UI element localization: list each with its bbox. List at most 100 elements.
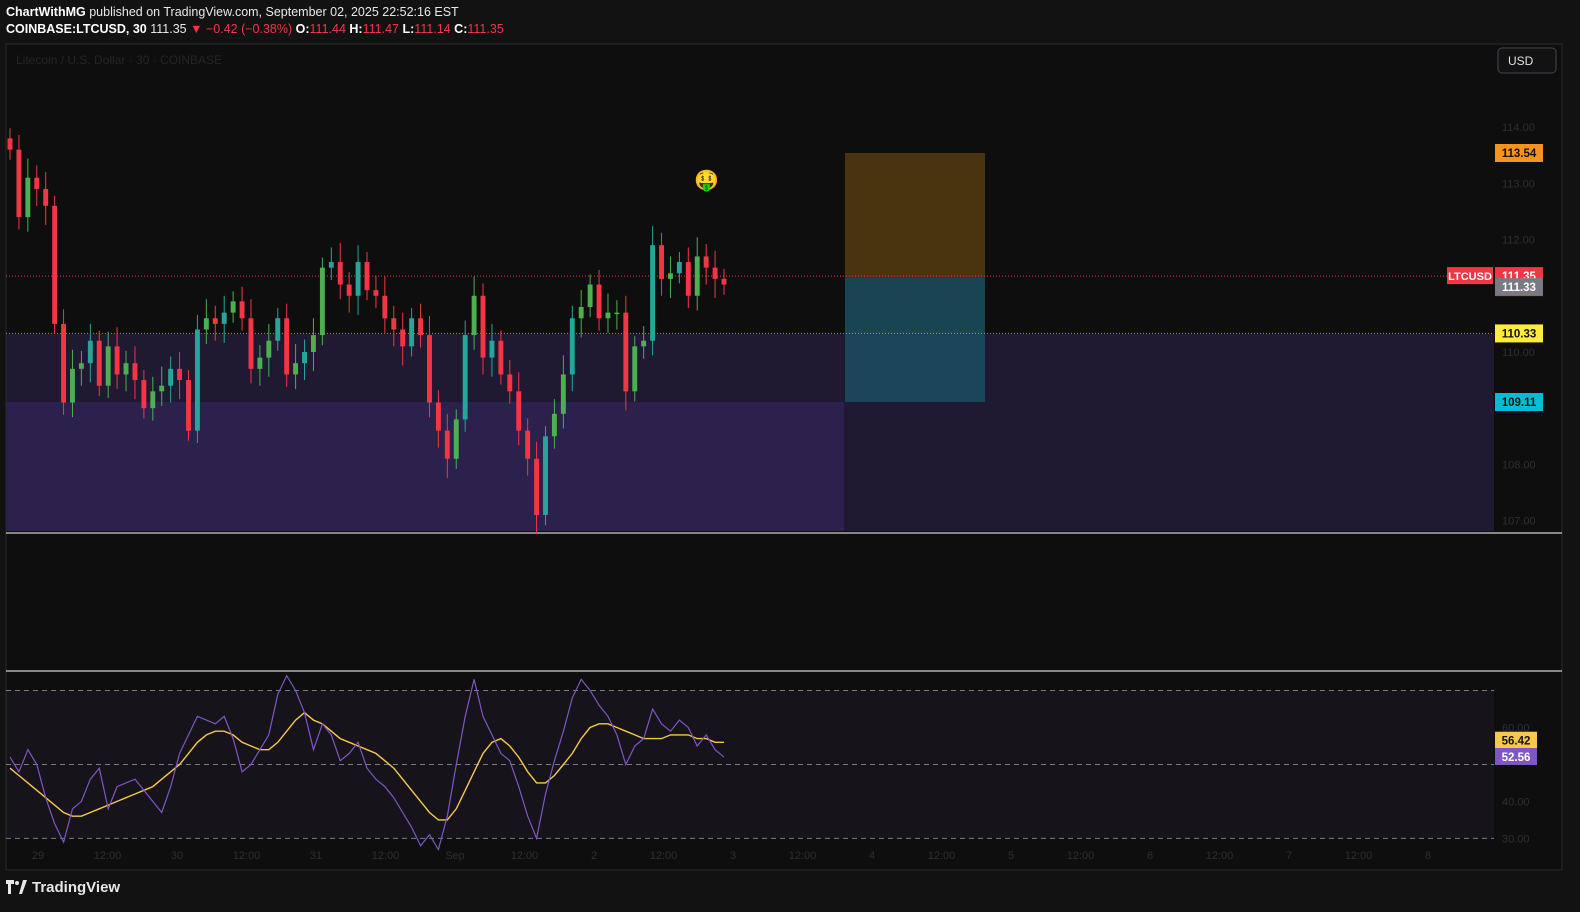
- time-tick-label: 12:00: [928, 850, 956, 862]
- candle-body: [78, 363, 84, 369]
- candle-body: [650, 245, 656, 341]
- price-tick-label: 107.00: [1502, 516, 1536, 528]
- candle-body: [632, 346, 638, 392]
- candle-body: [364, 262, 370, 291]
- candle-body: [685, 262, 691, 296]
- candle-body: [70, 368, 75, 403]
- price-tick-label: 110.00: [1502, 347, 1535, 359]
- candle-body: [212, 318, 218, 324]
- time-tick-label: 2: [591, 850, 597, 862]
- candle-body: [96, 340, 102, 386]
- candle-body: [462, 335, 468, 420]
- candle-body: [489, 340, 495, 358]
- candle-body: [284, 318, 290, 375]
- tradingview-logo-text[interactable]: TradingView: [32, 879, 120, 896]
- candle-body: [534, 458, 540, 515]
- price-label-text: 109.11: [1502, 397, 1537, 409]
- candle-body: [525, 430, 531, 459]
- time-tick-label: 7: [1286, 850, 1292, 862]
- time-tick-label: 8: [1425, 850, 1431, 862]
- rsi-pane: 60.0040.0030.0056.4252.56: [6, 674, 1537, 852]
- price-label-text: 113.54: [1502, 148, 1537, 160]
- currency-button-label: USD: [1508, 54, 1534, 68]
- stop-zone: [845, 277, 985, 402]
- candle-body: [7, 138, 13, 150]
- rsi-tick-label: 40.00: [1502, 796, 1530, 808]
- time-tick-label: 31: [310, 850, 322, 862]
- candle-body: [248, 318, 254, 369]
- candle-body: [34, 177, 40, 189]
- candle-body: [703, 256, 709, 268]
- price-tick-label: 112.00: [1502, 235, 1535, 247]
- candle-body: [382, 295, 388, 319]
- time-tick-label: 12:00: [233, 850, 261, 862]
- price-tick-label: 114.00: [1502, 122, 1535, 134]
- time-tick-label: 5: [1008, 850, 1014, 862]
- time-tick-label: 3: [730, 850, 736, 862]
- candle-body: [257, 357, 263, 369]
- footer: TradingView: [6, 877, 120, 897]
- candle-body: [132, 363, 138, 381]
- time-tick-label: 30: [171, 850, 183, 862]
- price-tick-label: 108.00: [1502, 459, 1536, 471]
- candle-body: [480, 295, 486, 358]
- rsi-value: 52.56: [1502, 752, 1531, 764]
- money-face-emoji: 🤑: [694, 169, 719, 192]
- candle-body: [141, 380, 147, 409]
- candle-body: [43, 188, 49, 206]
- candle-body: [52, 205, 58, 324]
- time-tick-label: 12:00: [511, 850, 539, 862]
- candle-body: [114, 346, 120, 375]
- candle-body: [444, 430, 450, 459]
- candle-body: [569, 318, 575, 375]
- entry-price-label: 111.33: [1502, 282, 1536, 294]
- time-tick-label: 12:00: [650, 850, 678, 862]
- candle-body: [328, 262, 334, 268]
- candle-body: [418, 318, 424, 336]
- candle-body: [123, 363, 129, 375]
- time-tick-label: 12:00: [789, 850, 817, 862]
- candle-body: [346, 284, 352, 296]
- candle-body: [355, 262, 361, 296]
- candle-body: [293, 363, 299, 375]
- candle-body: [516, 391, 522, 431]
- candle-body: [16, 149, 22, 218]
- candle-body: [435, 402, 441, 431]
- time-tick-label: Sep: [445, 850, 465, 862]
- time-tick-label: 12:00: [1206, 850, 1234, 862]
- time-tick-label: 12:00: [94, 850, 122, 862]
- candle-body: [596, 284, 602, 319]
- target-zone: [845, 153, 985, 278]
- rsi-ma-value: 56.42: [1502, 736, 1531, 748]
- candle-body: [507, 374, 513, 392]
- candle-body: [159, 385, 165, 392]
- chart-canvas[interactable]: 60.0040.0030.0056.4252.56 114.00113.0011…: [0, 0, 1580, 912]
- candle-body: [275, 318, 281, 341]
- candle-body: [400, 329, 406, 347]
- candle-body: [614, 312, 620, 315]
- time-tick-label: 12:00: [372, 850, 400, 862]
- candle-body: [427, 335, 432, 403]
- candle-body: [203, 318, 209, 330]
- time-tick-label: 12:00: [1067, 850, 1095, 862]
- zone-lower: [6, 402, 844, 531]
- candle-body: [150, 391, 156, 409]
- candle-body: [319, 267, 325, 336]
- candle-body: [471, 295, 477, 336]
- candle-body: [391, 318, 397, 330]
- time-tick-label: 4: [869, 850, 875, 862]
- price-label-text: 110.33: [1502, 328, 1537, 340]
- candle-body: [694, 256, 700, 296]
- candle-body: [168, 368, 174, 386]
- candle-body: [194, 329, 200, 431]
- candle-body: [721, 278, 727, 285]
- tradingview-logo-icon: [6, 880, 27, 894]
- candle-body: [560, 374, 566, 414]
- candle-body: [105, 346, 111, 386]
- candle-body: [659, 245, 664, 279]
- candle-body: [667, 273, 673, 279]
- price-tick-label: 113.00: [1502, 178, 1535, 190]
- candle-body: [641, 340, 647, 347]
- candle-body: [230, 301, 236, 313]
- candle-body: [498, 340, 504, 375]
